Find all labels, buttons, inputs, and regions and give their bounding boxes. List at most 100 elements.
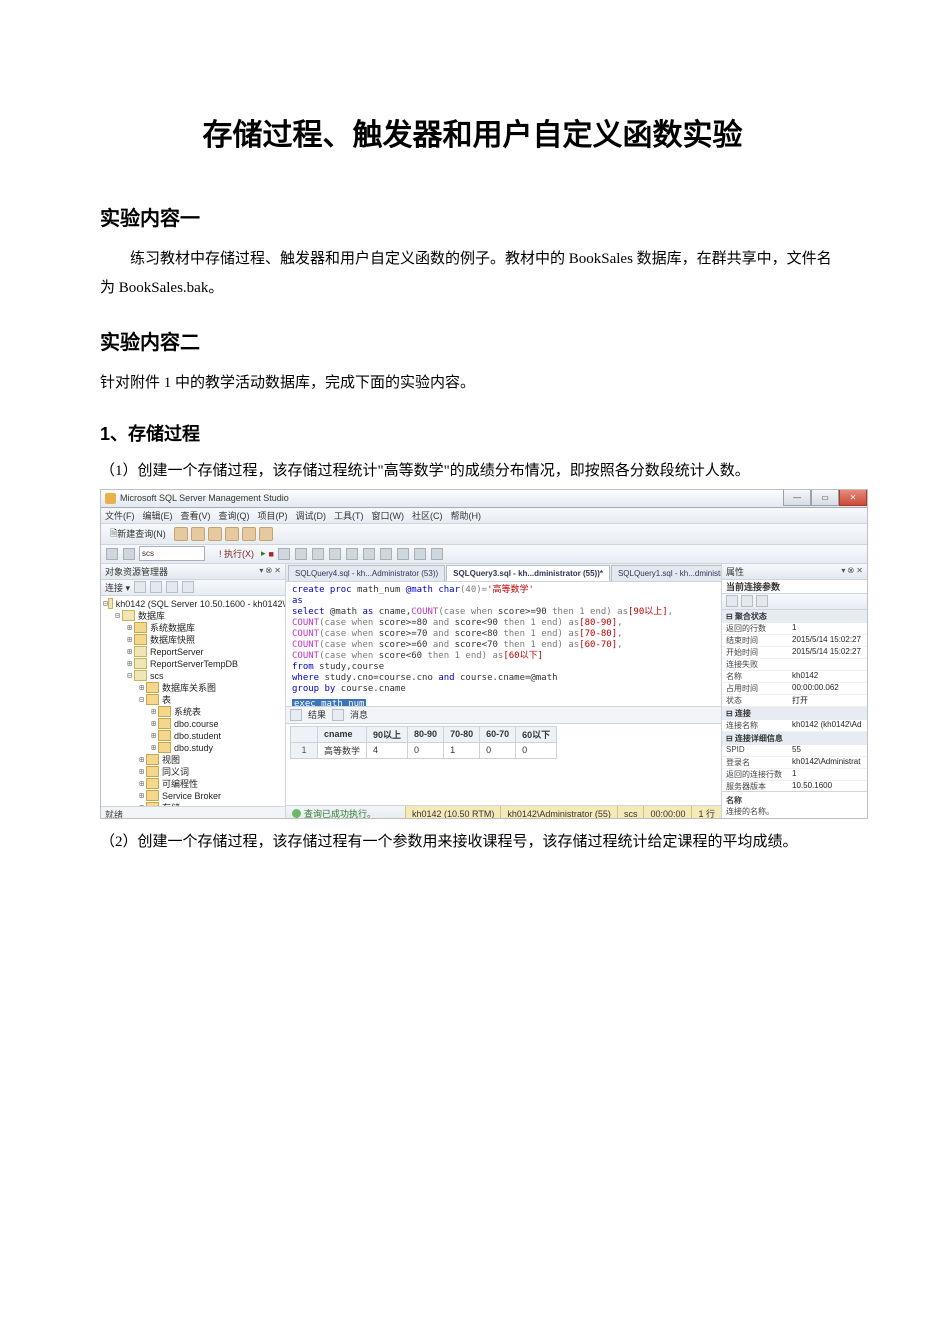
toolbar-icon[interactable]: [363, 548, 375, 560]
prop-row[interactable]: 状态打开: [722, 695, 867, 707]
prop-row[interactable]: 服务器版本10.50.1600: [722, 781, 867, 791]
toolbar-icon[interactable]: [414, 548, 426, 560]
prop-row[interactable]: 返回的连接行数1: [722, 769, 867, 781]
prop-row[interactable]: 连接名称kh0142 (kh0142\Ad: [722, 720, 867, 732]
toolbar-icon[interactable]: [346, 548, 358, 560]
column-header[interactable]: 60以下: [516, 726, 557, 742]
toolbar-icon[interactable]: [397, 548, 409, 560]
tree-node[interactable]: ⊞视图: [101, 754, 285, 766]
tree-node[interactable]: ⊞系统表: [101, 706, 285, 718]
toolbar-icon[interactable]: [329, 548, 341, 560]
toolbar-icon[interactable]: [191, 527, 205, 541]
tree-node[interactable]: ⊞可编程性: [101, 778, 285, 790]
properties-grid[interactable]: ⊟ 聚合状态返回的行数1结束时间2015/5/14 15:02:27开始时间20…: [722, 610, 867, 791]
prop-row[interactable]: 结束时间2015/5/14 15:02:27: [722, 635, 867, 647]
execute-button[interactable]: ! 执行(X): [215, 547, 258, 560]
prop-row[interactable]: 开始时间2015/5/14 15:02:27: [722, 647, 867, 659]
code-editor[interactable]: create proc math_num @math char(40)='高等数…: [286, 582, 721, 707]
prop-category[interactable]: ⊟ 聚合状态: [722, 610, 867, 623]
table-row[interactable]: 1高等数学40100: [291, 742, 557, 758]
toolbar-icon[interactable]: [295, 548, 307, 560]
panel-controls[interactable]: ▾ ⮿ ✕: [259, 566, 281, 576]
new-query-button[interactable]: 🗎 新建查询(N): [105, 526, 171, 542]
properties-object[interactable]: 当前连接参数: [722, 580, 867, 594]
categorize-icon[interactable]: [726, 595, 738, 607]
toolbar-icon[interactable]: [166, 581, 178, 593]
properties-toolbar[interactable]: [722, 594, 867, 610]
toolbar-icon[interactable]: [150, 581, 162, 593]
menu-item[interactable]: 编辑(E): [143, 509, 173, 522]
prop-row[interactable]: 名称kh0142: [722, 671, 867, 683]
tab-messages[interactable]: 消息: [350, 708, 368, 721]
menu-item[interactable]: 项目(P): [258, 509, 288, 522]
tree-node[interactable]: ⊞dbo.study: [101, 742, 285, 754]
object-explorer-header[interactable]: 对象资源管理器 ▾ ⮿ ✕: [101, 564, 285, 580]
toolbar-icon[interactable]: [208, 527, 222, 541]
prop-row[interactable]: 返回的行数1: [722, 623, 867, 635]
menu-bar[interactable]: 文件(F) 编辑(E) 查看(V) 查询(Q) 项目(P) 调试(D) 工具(T) 窗口(W)…: [101, 508, 867, 524]
maximize-button[interactable]: ▭: [811, 490, 839, 506]
tree-node[interactable]: ⊞数据库关系图: [101, 682, 285, 694]
toolbar-main[interactable]: 🗎 新建查询(N): [101, 524, 867, 545]
toolbar-icon[interactable]: [182, 581, 194, 593]
toolbar-icon[interactable]: [242, 527, 256, 541]
minimize-button[interactable]: —: [783, 490, 811, 506]
properties-header[interactable]: 属性 ▾ ⮿ ✕: [722, 564, 867, 580]
column-header[interactable]: [291, 726, 318, 742]
tree-server-node[interactable]: ⊟ kh0142 (SQL Server 10.50.1600 - kh0142…: [101, 598, 285, 610]
results-grid[interactable]: cname90以上80-9070-8060-7060以下 1高等数学40100: [286, 724, 721, 805]
toolbar-icon[interactable]: [259, 527, 273, 541]
prop-category[interactable]: ⊟ 连接: [722, 707, 867, 720]
column-header[interactable]: 70-80: [444, 726, 480, 742]
toolbar-icon[interactable]: [106, 548, 118, 560]
tab-results[interactable]: 结果: [308, 708, 326, 721]
column-header[interactable]: cname: [318, 726, 367, 742]
tree-node[interactable]: ⊟数据库: [101, 610, 285, 622]
toolbar-icon[interactable]: [278, 548, 290, 560]
menu-item[interactable]: 查询(Q): [219, 509, 250, 522]
props-icon[interactable]: [756, 595, 768, 607]
tree-node[interactable]: ⊞系统数据库: [101, 622, 285, 634]
close-button[interactable]: ✕: [839, 490, 867, 506]
editor-tabs[interactable]: SQLQuery4.sql - kh...Administrator (53))…: [286, 564, 721, 582]
menu-item[interactable]: 社区(C): [412, 509, 443, 522]
tree-node[interactable]: ⊞ReportServer: [101, 646, 285, 658]
editor-tab[interactable]: SQLQuery3.sql - kh...dministrator (55))*: [446, 565, 610, 581]
tree-node[interactable]: ⊟scs: [101, 670, 285, 682]
column-header[interactable]: 80-90: [408, 726, 444, 742]
menu-item[interactable]: 调试(D): [296, 509, 327, 522]
toolbar-sql[interactable]: scs ! 执行(X) ▸ ■: [101, 545, 867, 564]
tree-node[interactable]: ⊞dbo.course: [101, 718, 285, 730]
toolbar-icon[interactable]: [431, 548, 443, 560]
tree-node[interactable]: ⊞dbo.student: [101, 730, 285, 742]
menu-item[interactable]: 工具(T): [334, 509, 364, 522]
object-tree[interactable]: ⊟ kh0142 (SQL Server 10.50.1600 - kh0142…: [101, 596, 285, 806]
prop-row[interactable]: 登录名kh0142\Administrat: [722, 757, 867, 769]
toolbar-icon[interactable]: [380, 548, 392, 560]
menu-item[interactable]: 文件(F): [105, 509, 135, 522]
column-header[interactable]: 60-70: [480, 726, 516, 742]
toolbar-icon[interactable]: [225, 527, 239, 541]
tree-node[interactable]: ⊟表: [101, 694, 285, 706]
object-explorer-toolbar[interactable]: 连接 ▾: [101, 580, 285, 596]
prop-row[interactable]: 连接失败: [722, 659, 867, 671]
prop-category[interactable]: ⊟ 连接详细信息: [722, 732, 867, 745]
toolbar-icon[interactable]: [174, 527, 188, 541]
editor-tab[interactable]: SQLQuery4.sql - kh...Administrator (53)): [288, 565, 445, 581]
toolbar-icon[interactable]: [312, 548, 324, 560]
alphabetize-icon[interactable]: [741, 595, 753, 607]
menu-item[interactable]: 帮助(H): [451, 509, 482, 522]
panel-controls[interactable]: ▾ ⮿ ✕: [841, 566, 863, 576]
database-dropdown[interactable]: scs: [139, 546, 205, 561]
column-header[interactable]: 90以上: [367, 726, 408, 742]
tree-node[interactable]: ⊞ReportServerTempDB: [101, 658, 285, 670]
results-tabs[interactable]: 结果 消息: [286, 707, 721, 724]
connect-button[interactable]: 连接 ▾: [105, 581, 130, 594]
tree-node[interactable]: ⊞Service Broker: [101, 790, 285, 802]
prop-row[interactable]: SPID55: [722, 745, 867, 757]
menu-item[interactable]: 窗口(W): [372, 509, 405, 522]
toolbar-icon[interactable]: [123, 548, 135, 560]
tree-node[interactable]: ⊞数据库快照: [101, 634, 285, 646]
menu-item[interactable]: 查看(V): [181, 509, 211, 522]
prop-row[interactable]: 占用时间00:00:00.062: [722, 683, 867, 695]
